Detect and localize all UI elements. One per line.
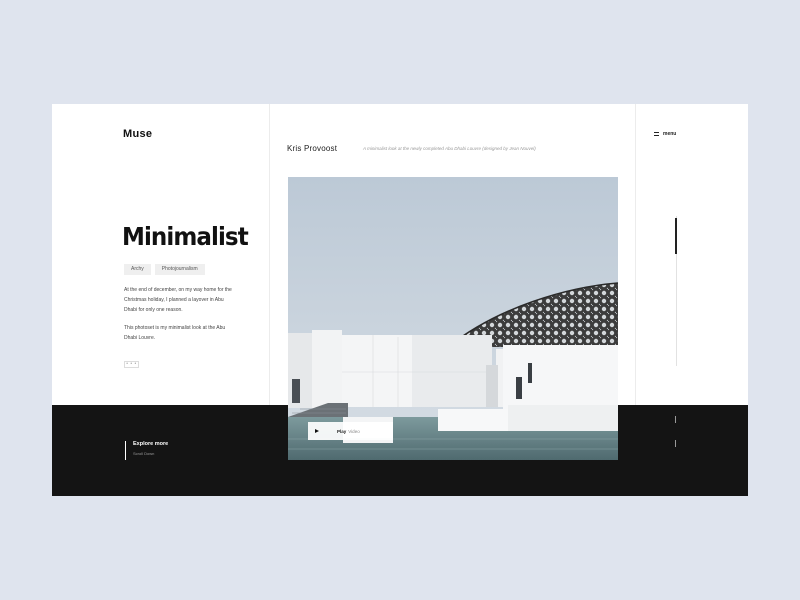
column-divider-right bbox=[635, 104, 636, 405]
brand-logo[interactable]: Muse bbox=[123, 128, 152, 140]
page-card: Muse Minimalist Archy Photojournalism At… bbox=[52, 104, 748, 496]
more-options-button[interactable]: • • • bbox=[124, 361, 139, 368]
featured-photo: Play Video bbox=[288, 177, 618, 460]
description-paragraph: This photoset is my minimalist look at t… bbox=[124, 325, 226, 341]
slide-tick-marker[interactable] bbox=[675, 416, 676, 423]
play-icon bbox=[308, 422, 326, 440]
slide-tick-marker[interactable] bbox=[675, 440, 676, 447]
play-label: Play bbox=[337, 428, 347, 434]
play-video-label: Play Video bbox=[337, 429, 360, 434]
menu-label: menu bbox=[663, 131, 677, 137]
column-divider-left bbox=[269, 104, 270, 405]
explore-more-link[interactable]: Explore more Scroll Down bbox=[125, 441, 168, 460]
tag-photojournalism[interactable]: Photojournalism bbox=[154, 264, 205, 275]
louvre-abu-dhabi-image bbox=[288, 177, 618, 460]
description-paragraph: At the end of december, on my way home f… bbox=[124, 287, 232, 313]
explore-more-label: Explore more bbox=[133, 441, 169, 447]
photo-author: Kris Provoost bbox=[287, 144, 338, 153]
play-video-button[interactable]: Play Video bbox=[308, 422, 393, 440]
slide-progress-indicator[interactable] bbox=[675, 218, 677, 254]
scroll-down-label: Scroll Down bbox=[133, 451, 155, 456]
tag-list: Archy Photojournalism bbox=[124, 264, 205, 275]
video-label: Video bbox=[348, 428, 360, 434]
hamburger-icon bbox=[654, 132, 659, 136]
article-title: Minimalist bbox=[122, 222, 249, 251]
tag-archy[interactable]: Archy bbox=[124, 264, 151, 275]
photo-caption: A minimalist look at the newly completed… bbox=[363, 146, 536, 151]
article-description: At the end of december, on my way home f… bbox=[124, 285, 234, 343]
menu-button[interactable]: menu bbox=[654, 131, 676, 137]
